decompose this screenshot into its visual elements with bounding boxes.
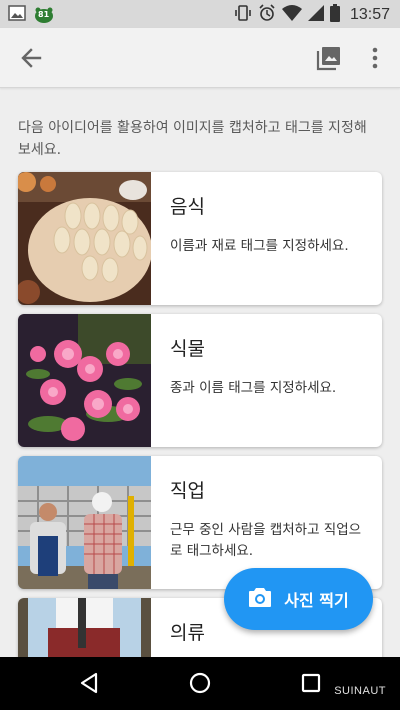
- construction-workers-photo: [18, 456, 151, 589]
- status-bar: 81 13:57: [0, 0, 400, 28]
- app-bar: [0, 28, 400, 88]
- take-photo-label: 사진 찍기: [284, 591, 349, 610]
- camera-icon: [248, 586, 272, 612]
- card-plants[interactable]: 식물 종과 이름 태그를 지정하세요.: [18, 314, 382, 447]
- card-title: 의류: [170, 622, 205, 644]
- card-food[interactable]: 음식 이름과 재료 태그를 지정하세요.: [18, 172, 382, 305]
- pink-flowers-photo: [18, 314, 151, 447]
- nav-home-icon[interactable]: [188, 671, 212, 699]
- dumplings-photo: [18, 172, 151, 305]
- take-photo-button[interactable]: 사진 찍기: [224, 568, 373, 630]
- status-time: 13:57: [349, 6, 390, 23]
- battery-icon: [329, 4, 340, 26]
- badge-count: 81: [38, 10, 50, 19]
- card-title: 식물: [170, 338, 205, 360]
- back-arrow-icon[interactable]: [18, 46, 46, 70]
- card-title: 음식: [170, 196, 205, 218]
- signal-icon: [307, 5, 324, 25]
- alarm-icon: [258, 4, 276, 26]
- card-title: 직업: [170, 480, 205, 502]
- intro-text: 다음 아이디어를 활용하여 이미지를 캡처하고 태그를 지정해 보세요.: [18, 120, 367, 158]
- image-notification-icon: [8, 5, 26, 25]
- more-vert-icon[interactable]: [366, 45, 384, 71]
- wifi-icon: [281, 5, 302, 25]
- card-description: 이름과 재료 태그를 지정하세요.: [170, 238, 349, 254]
- gallery-icon[interactable]: [316, 45, 342, 71]
- clothing-photo: [18, 598, 151, 657]
- vibrate-icon: [234, 4, 252, 26]
- nav-recent-icon[interactable]: [300, 672, 322, 698]
- card-description: 근무 중인 사람을 캡처하고 직업으로 태그하세요.: [170, 522, 362, 559]
- battery-saver-badge-icon: 81: [34, 6, 54, 24]
- card-description: 종과 이름 태그를 지정하세요.: [170, 380, 337, 396]
- system-nav-bar: SUINAUT: [0, 657, 400, 710]
- watermark-text: SUINAUT: [334, 685, 386, 697]
- nav-back-icon[interactable]: [78, 671, 102, 699]
